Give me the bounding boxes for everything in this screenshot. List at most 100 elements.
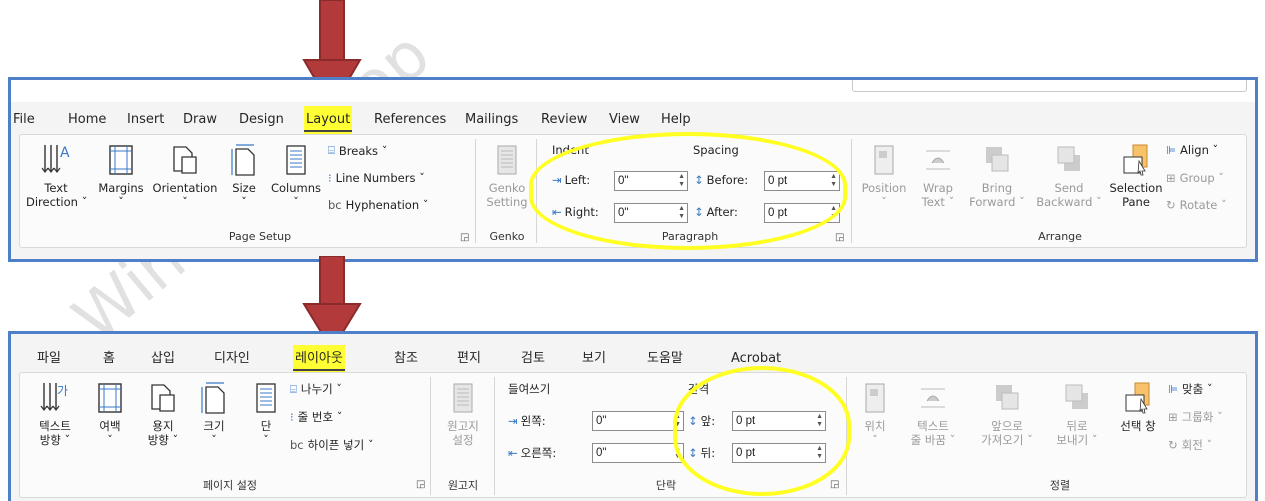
- margins-icon: [98, 383, 122, 413]
- text-direction-button[interactable]: 가 텍스트 방향 ˇ: [26, 381, 84, 447]
- tab-file[interactable]: 파일: [37, 345, 61, 373]
- tab-references[interactable]: References: [374, 106, 446, 134]
- indent-right-input[interactable]: 0" ▲ ▼: [592, 443, 684, 463]
- margins-icon: [109, 145, 133, 175]
- paragraph-launcher-icon[interactable]: ◲: [830, 479, 839, 490]
- genko-setting-button[interactable]: 원고지 설정: [438, 381, 488, 447]
- size-icon: [201, 382, 225, 414]
- margins-button[interactable]: Margins ˇ: [93, 143, 149, 209]
- position-icon: [865, 383, 885, 413]
- tab-insert[interactable]: Insert: [127, 106, 164, 134]
- selection-pane-button[interactable]: Selection Pane: [1108, 143, 1164, 209]
- tab-references[interactable]: 참조: [394, 345, 418, 373]
- tab-insert[interactable]: 삽입: [151, 345, 175, 373]
- group-divider: [494, 377, 495, 495]
- selection-pane-label-2: Pane: [1122, 195, 1150, 209]
- tab-design[interactable]: Design: [239, 106, 284, 134]
- tab-draw[interactable]: Draw: [183, 106, 217, 134]
- indent-left-input[interactable]: 0" ▲ ▼: [592, 411, 684, 431]
- page-setup-launcher-icon[interactable]: ◲: [460, 232, 469, 243]
- position-button[interactable]: 위치 ˇ: [852, 381, 898, 447]
- text-direction-icon: A: [41, 145, 70, 173]
- tab-view[interactable]: 보기: [582, 345, 606, 373]
- group-icon: ⊞: [1166, 171, 1176, 185]
- group-divider: [475, 139, 476, 243]
- genko-setting-button[interactable]: Genko Setting: [482, 143, 532, 209]
- selection-pane-button[interactable]: 선택 창: [1110, 381, 1166, 433]
- tab-design[interactable]: 디자인: [214, 345, 250, 373]
- group-button[interactable]: ⊞ Group ˇ: [1166, 171, 1224, 185]
- send-backward-button[interactable]: Send Backward ˇ: [1034, 143, 1104, 209]
- columns-icon: [256, 383, 276, 413]
- align-label: 맞춤 ˇ: [1182, 382, 1213, 396]
- screenshot-stage: WindowsLoop File Home Insert Draw Design…: [0, 0, 1265, 501]
- text-direction-label-1: Text: [44, 181, 68, 195]
- search-box[interactable]: [852, 80, 1247, 92]
- tab-mailings[interactable]: 편지: [457, 345, 481, 373]
- orientation-button[interactable]: 용지 방향 ˇ: [138, 381, 188, 447]
- columns-label: Columns: [270, 181, 322, 195]
- svg-text:가: 가: [57, 384, 68, 398]
- tab-home[interactable]: Home: [68, 106, 106, 134]
- size-button[interactable]: Size ˇ: [224, 143, 264, 209]
- genko-label-2: 설정: [452, 433, 474, 447]
- hyphenation-button[interactable]: bc 하이픈 넣기 ˇ: [290, 437, 374, 453]
- page-setup-group-label: 페이지 설정: [202, 479, 258, 492]
- tab-file[interactable]: File: [13, 106, 35, 134]
- position-button[interactable]: Position ˇ: [856, 143, 912, 209]
- size-caret: ˇ: [241, 195, 247, 209]
- tab-layout[interactable]: Layout: [304, 106, 353, 134]
- wrap-text-button[interactable]: Wrap Text ˇ: [912, 143, 964, 209]
- rotate-icon: ↻: [1166, 198, 1176, 212]
- tab-home[interactable]: 홈: [103, 345, 115, 373]
- tab-layout[interactable]: 레이아웃: [293, 345, 345, 373]
- hyphenation-label: 하이픈 넣기 ˇ: [307, 438, 374, 452]
- margins-label: Margins: [98, 181, 144, 195]
- breaks-button[interactable]: ⌸ Breaks ˇ: [328, 143, 387, 158]
- breaks-label: Breaks ˇ: [338, 143, 388, 158]
- page-setup-launcher-icon[interactable]: ◲: [416, 479, 425, 490]
- selection-pane-label-1: 선택 창: [1120, 419, 1156, 433]
- paragraph-launcher-icon[interactable]: ◲: [835, 232, 844, 243]
- group-button[interactable]: ⊞ 그룹화 ˇ: [1168, 409, 1223, 425]
- tab-review[interactable]: Review: [541, 106, 587, 134]
- size-label: 크기: [203, 419, 225, 433]
- bring-forward-label-1: Bring: [981, 181, 1013, 195]
- rotate-button[interactable]: ↻ 회전 ˇ: [1168, 437, 1212, 453]
- wrap-text-label-1: Wrap: [923, 181, 953, 195]
- line-numbers-icon: ⁝: [328, 171, 332, 185]
- line-numbers-button[interactable]: ⁝ 줄 번호 ˇ: [290, 409, 342, 425]
- ribbon-body: 가 텍스트 방향 ˇ 여백 ˇ 용지 방향 ˇ 크기 ˇ 단 ˇ ⌸ 나누기 ˇ…: [19, 372, 1247, 498]
- arrange-group-label: 정렬: [1049, 479, 1071, 492]
- send-backward-button[interactable]: 뒤로 보내기 ˇ: [1046, 381, 1108, 447]
- columns-button[interactable]: Columns ˇ: [268, 143, 324, 209]
- hyphenation-button[interactable]: bc Hyphenation ˇ: [328, 198, 429, 212]
- tab-help[interactable]: 도움말: [647, 345, 683, 373]
- margins-button[interactable]: 여백 ˇ: [88, 381, 132, 447]
- text-direction-button[interactable]: A Text Direction ˇ: [26, 143, 87, 209]
- tab-help[interactable]: Help: [661, 106, 691, 134]
- align-button[interactable]: ⊫ 맞춤 ˇ: [1168, 381, 1213, 397]
- bring-forward-button[interactable]: 앞으로 가져오기 ˇ: [970, 381, 1044, 447]
- align-button[interactable]: ⊫ Align ˇ: [1166, 143, 1218, 157]
- bring-forward-button[interactable]: Bring Forward ˇ: [964, 143, 1030, 209]
- tab-review[interactable]: 검토: [521, 345, 545, 373]
- rotate-button[interactable]: ↻ Rotate ˇ: [1166, 198, 1227, 212]
- indent-heading: 들여쓰기: [508, 382, 551, 396]
- group-label: 그룹화 ˇ: [1181, 410, 1223, 424]
- columns-button[interactable]: 단 ˇ: [246, 381, 286, 447]
- orientation-caret: 방향 ˇ: [147, 433, 179, 447]
- orientation-button[interactable]: Orientation ˇ: [150, 143, 220, 209]
- size-button[interactable]: 크기 ˇ: [194, 381, 234, 447]
- wrap-text-button[interactable]: 텍스트 줄 바꿈 ˇ: [898, 381, 968, 447]
- line-numbers-button[interactable]: ⁝ Line Numbers ˇ: [328, 171, 425, 185]
- breaks-label: 나누기 ˇ: [300, 382, 343, 396]
- position-icon: [874, 145, 894, 175]
- tab-view[interactable]: View: [609, 106, 640, 134]
- breaks-button[interactable]: ⌸ 나누기 ˇ: [290, 381, 342, 397]
- orientation-icon: [151, 384, 175, 412]
- size-icon: [231, 144, 255, 176]
- margins-label: 여백: [99, 419, 121, 433]
- spacing-highlight-ellipse: [673, 366, 851, 496]
- tab-mailings[interactable]: Mailings: [465, 106, 518, 134]
